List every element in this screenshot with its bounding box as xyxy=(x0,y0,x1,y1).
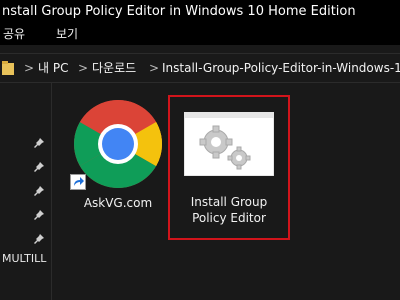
pin-icon[interactable] xyxy=(33,233,45,245)
file-name: Install Group Policy Editor xyxy=(170,194,288,226)
navigation-pane xyxy=(0,83,52,300)
file-name-line2: Policy Editor xyxy=(192,211,266,225)
file-name: AskVG.com xyxy=(83,196,153,210)
pin-icon[interactable] xyxy=(33,137,45,149)
gear-window-icon xyxy=(184,112,274,176)
pin-icon[interactable] xyxy=(33,161,45,173)
breadcrumb-this-pc[interactable]: 내 PC xyxy=(38,54,68,82)
breadcrumb-separator: > xyxy=(149,61,160,75)
breadcrumb-separator: > xyxy=(24,61,35,75)
pin-icon[interactable] xyxy=(33,185,45,197)
tab-share[interactable]: 공유 xyxy=(3,23,25,45)
breadcrumb-folder[interactable]: Install-Group-Policy-Editor-in-Windows-1… xyxy=(162,54,400,82)
file-name-line1: Install Group xyxy=(190,195,268,209)
breadcrumb-downloads[interactable]: 다운로드 xyxy=(92,54,136,82)
ribbon: 공유 보기 xyxy=(0,23,400,45)
window-title: nstall Group Policy Editor in Windows 10… xyxy=(0,0,400,23)
pin-icon[interactable] xyxy=(33,209,45,221)
shortcut-arrow-icon xyxy=(70,174,86,190)
folder-icon xyxy=(2,61,14,75)
breadcrumb-separator: > xyxy=(78,61,89,75)
nav-item-label[interactable]: MULTILL xyxy=(2,252,46,265)
address-bar[interactable]: > 내 PC > 다운로드 > Install-Group-Policy-Edi… xyxy=(0,53,400,83)
tab-view[interactable]: 보기 xyxy=(56,23,78,45)
